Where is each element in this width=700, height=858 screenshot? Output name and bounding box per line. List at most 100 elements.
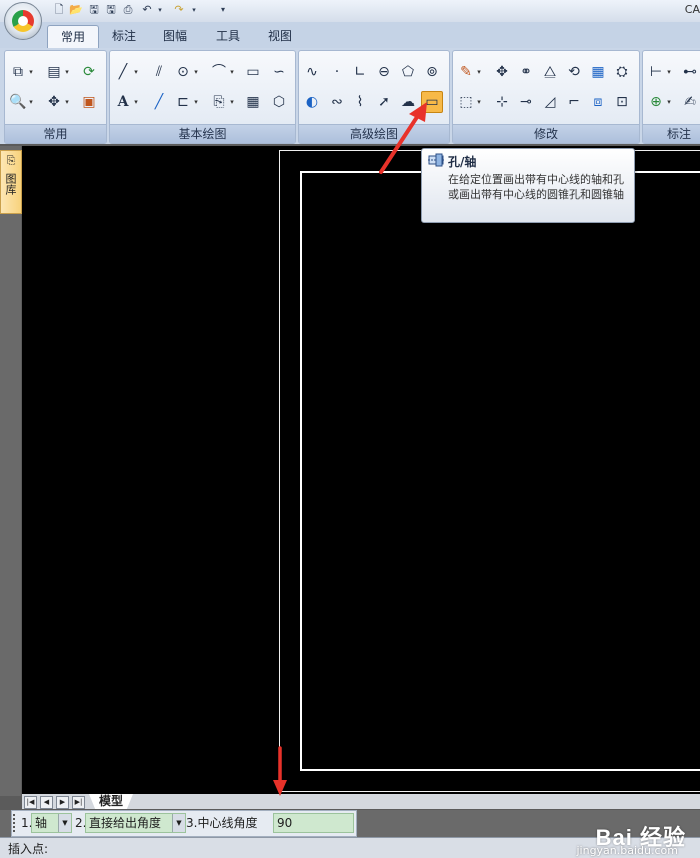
line-icon[interactable]: ╱ — [114, 63, 132, 81]
watermark-paw-icon: 🐾 — [668, 826, 682, 839]
group-dimension-label: 标注 — [643, 124, 700, 143]
zoom-dropdown-icon[interactable]: ▾ — [28, 93, 34, 111]
watermark-url: jingyan.baidu.com — [576, 844, 678, 857]
wave-line-icon[interactable]: ∾ — [328, 93, 346, 111]
option-3-label: 3.中心线角度 — [186, 816, 258, 830]
option-2-dropdown-icon[interactable]: ▼ — [172, 814, 185, 832]
app-logo-icon — [12, 10, 34, 32]
tab-model[interactable]: 模型 — [89, 794, 133, 809]
linear-dimension-icon[interactable]: ⊢ — [647, 63, 665, 81]
break-line-icon[interactable]: ⌇ — [351, 93, 369, 111]
copy-icon[interactable]: ⧉ — [9, 63, 27, 81]
erase-icon[interactable]: ✎ — [457, 63, 475, 81]
watermark: Bai 经验 🐾 jingyan.baidu.com — [520, 820, 690, 857]
option-1-combo[interactable]: 轴 ▼ — [31, 813, 72, 833]
option-1-dropdown-icon[interactable]: ▼ — [58, 814, 71, 832]
spline-icon[interactable]: ∽ — [270, 63, 288, 81]
scale-icon[interactable]: ⛭ — [613, 63, 631, 81]
move-icon[interactable]: ✥ — [493, 63, 511, 81]
circle-dropdown-icon[interactable]: ▾ — [193, 63, 199, 81]
prev-tab-icon[interactable]: ◀ — [40, 796, 53, 809]
options-grip-icon[interactable] — [13, 814, 18, 832]
text-icon[interactable]: A — [114, 93, 132, 111]
regenerate-icon[interactable]: ⟳ — [80, 63, 98, 81]
block-dropdown-icon[interactable]: ▾ — [193, 93, 199, 111]
circle-icon[interactable]: ⊙ — [174, 63, 192, 81]
application-menu-button[interactable] — [4, 2, 42, 40]
fillet-icon[interactable]: ⌐ — [565, 93, 583, 111]
ellipse-icon[interactable]: ⊖ — [375, 63, 393, 81]
dimension-dropdown-icon[interactable]: ▾ — [666, 63, 672, 81]
angle-line-icon[interactable]: ∟ — [351, 63, 369, 81]
tab-view[interactable]: 视图 — [260, 25, 300, 47]
zoom-icon[interactable]: 🔍 — [9, 93, 27, 111]
rectangle-icon[interactable]: ▭ — [244, 63, 262, 81]
tab-tools[interactable]: 工具 — [208, 25, 248, 47]
block-icon[interactable]: ⊏ — [174, 93, 192, 111]
option-3-angle-input[interactable]: 90 — [273, 813, 354, 833]
rotate-icon[interactable]: ◐ — [303, 93, 321, 111]
line-dropdown-icon[interactable]: ▾ — [133, 63, 139, 81]
point-icon[interactable]: · — [328, 63, 346, 81]
arc-dropdown-icon[interactable]: ▾ — [229, 63, 235, 81]
text-dropdown-icon[interactable]: ▾ — [133, 93, 139, 111]
tab-drawing-frame[interactable]: 图幅 — [155, 25, 195, 47]
parallel-line-icon[interactable]: ⫽ — [150, 63, 168, 81]
mirror-icon[interactable]: ⧋ — [541, 63, 559, 81]
tooltip-description: 在给定位置画出带有中心线的轴和孔或画出带有中心线的圆锥孔和圆锥轴 — [448, 173, 624, 201]
coordinate-dropdown-icon[interactable]: ▾ — [666, 93, 672, 111]
select-window-icon[interactable]: ⬚ — [457, 93, 475, 111]
next-tab-icon[interactable]: ▶ — [56, 796, 69, 809]
redo-dropdown-icon[interactable]: ▾ — [190, 3, 198, 17]
group-basic-drawing: ╱ ▾ ⫽ ⊙ ▾ ⌒ ▾ ▭ ∽ A ▾ ╱ ⊏ ▾ ⎘ ▾ ▦ ⬡ 基本绘图 — [109, 50, 296, 144]
option-2-value: 直接给出角度 — [89, 816, 162, 830]
curve-icon[interactable]: ∿ — [303, 63, 321, 81]
explode-icon[interactable]: ⧈ — [589, 93, 607, 111]
insert-dropdown-icon[interactable]: ▾ — [229, 93, 235, 111]
coordinate-dimension-icon[interactable]: ⊕ — [647, 93, 665, 111]
insert-icon[interactable]: ⎘ — [210, 93, 228, 111]
erase-dropdown-icon[interactable]: ▾ — [476, 63, 482, 81]
drawing-inner-border — [300, 171, 700, 771]
centerline-circle-icon[interactable]: ⊚ — [423, 63, 441, 81]
rotate-object-icon[interactable]: ⟲ — [565, 63, 583, 81]
last-tab-icon[interactable]: ▶| — [72, 796, 85, 809]
pan-dropdown-icon[interactable]: ▾ — [64, 93, 70, 111]
properties-dropdown-icon[interactable]: ▾ — [64, 63, 70, 81]
select-dropdown-icon[interactable]: ▾ — [476, 93, 482, 111]
center-line-icon[interactable]: ╱ — [150, 93, 168, 111]
tab-home[interactable]: 常用 — [47, 25, 99, 48]
group-common-label: 常用 — [5, 124, 106, 143]
undo-dropdown-icon[interactable]: ▾ — [156, 3, 164, 17]
save-as-icon[interactable]: 🖫 — [104, 3, 118, 17]
properties-icon[interactable]: ▤ — [45, 63, 63, 81]
redo-icon[interactable]: ↷ — [172, 3, 186, 17]
undo-icon[interactable]: ↶ — [140, 3, 154, 17]
region-icon[interactable]: ⬡ — [270, 93, 288, 111]
library-icon: ⎘ — [6, 154, 16, 167]
array-icon[interactable]: ▦ — [589, 63, 607, 81]
tab-annotate[interactable]: 标注 — [104, 25, 144, 47]
group-modify-label: 修改 — [453, 124, 639, 143]
pan-icon[interactable]: ✥ — [45, 93, 63, 111]
save-icon[interactable]: 🖫 — [87, 3, 101, 17]
copy-dropdown-icon[interactable]: ▾ — [28, 63, 34, 81]
polygon-icon[interactable]: ⬠ — [399, 63, 417, 81]
dimension-text-icon[interactable]: ⊷ — [681, 63, 699, 81]
stretch-icon[interactable]: ⊡ — [613, 93, 631, 111]
annotation-icon[interactable]: ✍ — [681, 93, 699, 111]
open-folder-icon[interactable]: 📂 — [69, 3, 83, 17]
option-2-combo[interactable]: 直接给出角度 ▼ — [85, 813, 186, 833]
extend-icon[interactable]: ⊸ — [517, 93, 535, 111]
trim-icon[interactable]: ⊹ — [493, 93, 511, 111]
customize-quick-access-icon[interactable]: ▾ — [218, 3, 228, 17]
hatch-icon[interactable]: ▦ — [244, 93, 262, 111]
chamfer-icon[interactable]: ◿ — [541, 93, 559, 111]
first-tab-icon[interactable]: |◀ — [24, 796, 37, 809]
side-tab-library[interactable]: ⎘ 图库 — [0, 150, 22, 214]
layer-icon[interactable]: ▣ — [80, 93, 98, 111]
copy-object-icon[interactable]: ⚭ — [517, 63, 535, 81]
new-file-icon[interactable]: 🗋 — [52, 3, 66, 17]
print-icon[interactable]: ⎙ — [121, 3, 135, 17]
arc-icon[interactable]: ⌒ — [210, 63, 228, 81]
